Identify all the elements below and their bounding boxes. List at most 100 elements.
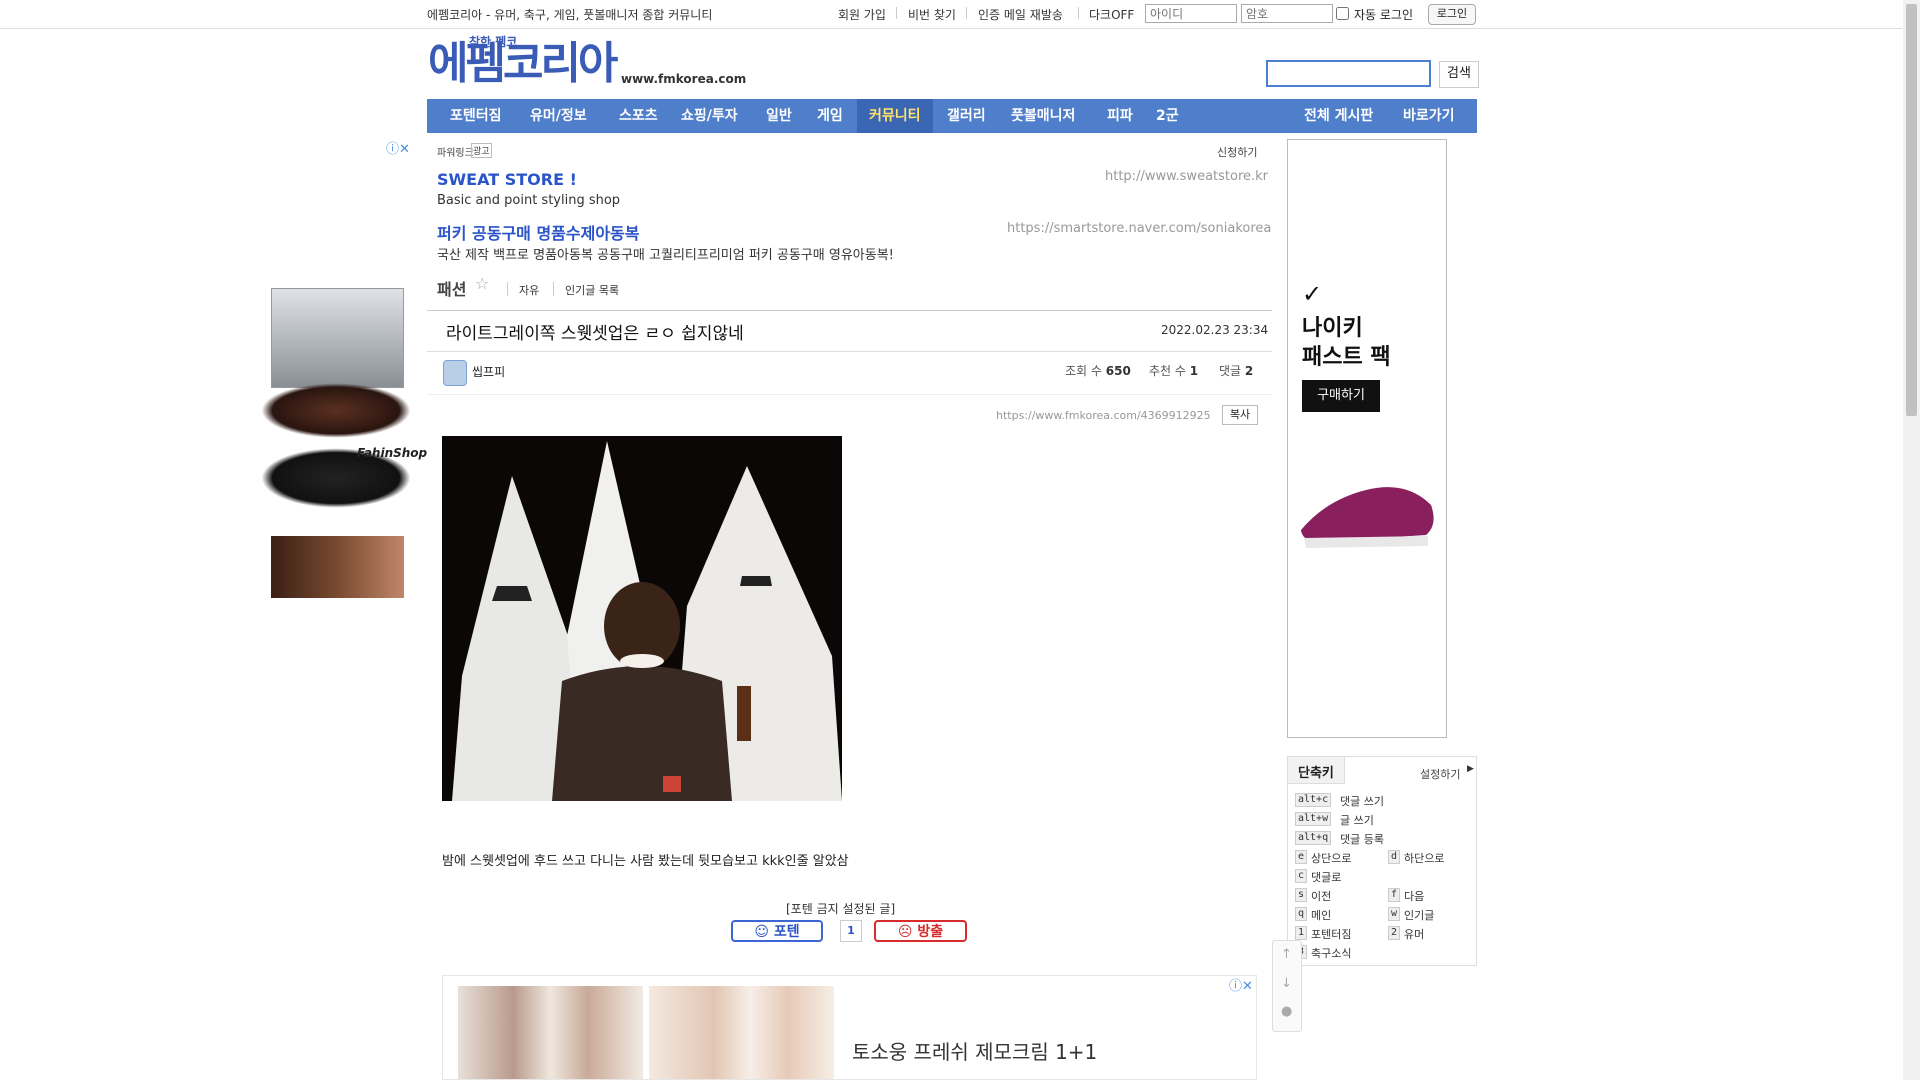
post-photo [442,436,842,801]
comment-count: 댓글 2 [1219,364,1254,378]
divider [507,282,508,296]
ad-image [271,536,404,598]
nav-item-sports[interactable]: 스포츠 [607,99,670,133]
nav-item-football-manager[interactable]: 풋볼매니저 [999,99,1087,133]
view-count: 조회 수 650 [1065,364,1131,378]
shortcut-key: 2 [1388,926,1401,940]
board-category[interactable]: 패션 [437,276,466,300]
find-password-link[interactable]: 비번 찾기 [908,6,956,23]
auto-login-label: 자동 로그인 [1354,8,1414,22]
buy-button[interactable]: 구매하기 [1302,380,1380,412]
board-link-free[interactable]: 자유 [519,282,539,298]
search-button[interactable]: 검색 [1439,61,1479,88]
shortcut-key: 1 [1295,926,1308,940]
vote-notice: [포텐 금지 설정된 글] [786,902,896,916]
nav-shortcut[interactable]: 바로가기 [1391,99,1467,133]
search-input[interactable] [1266,60,1431,87]
banish-label: 방출 [917,924,944,940]
divider [427,394,1272,395]
shortcut-label: 유머 [1404,928,1425,941]
divider [896,7,897,19]
divider [1078,7,1079,19]
post-url[interactable]: https://www.fmkorea.com/4369912925 [996,409,1211,422]
poten-label: 포텐 [773,924,800,940]
shortcut-label: 댓글 등록 [1340,833,1384,846]
ad-apply-link[interactable]: 신청하기 [1217,144,1257,160]
password-input[interactable] [1241,4,1333,23]
post-date: 2022.02.23 23:34 [1161,323,1269,337]
nav-item-humor[interactable]: 유머/정보 [518,99,599,133]
shoe-image [1301,487,1434,548]
right-ad[interactable]: ✓ 나이키 패스트 팩 구매하기 [1287,139,1447,738]
powerlink-label: 파워링크 [437,148,474,159]
ad-image [271,288,404,388]
ad-brand: FahinShop [357,446,428,460]
comment-icon[interactable]: ● [1281,1004,1292,1019]
board-link-popular[interactable]: 인기글 목록 [565,282,619,298]
nav-all-boards[interactable]: 전체 게시판 [1292,99,1385,133]
post-body: 밤에 스웻셋업에 후드 쓰고 다니는 사람 봤는데 뒷모습보고 kkk인줄 알았… [442,854,849,869]
shortcut-key: alt+q [1295,831,1332,845]
ad-image [261,383,411,438]
shortcut-key: alt+c [1295,793,1332,807]
shortcut-key: f [1388,888,1401,902]
nav-item-shopping[interactable]: 쇼핑/투자 [669,99,750,133]
shortcut-label: 댓글 쓰기 [1340,795,1384,808]
nike-swoosh-icon: ✓ [1302,280,1323,308]
ad-description: Basic and point styling shop [437,193,621,208]
shortcut-label: 인기글 [1404,909,1435,922]
nav-item-fifa[interactable]: 피파 [1095,99,1145,133]
shortcut-label: 하단으로 [1404,852,1445,865]
shortcut-label: 댓글로 [1311,871,1342,884]
ad-headline: 토소웅 프레쉬 제모크림 1+1 [852,1040,1098,1064]
nav-item-game[interactable]: 게임 [805,99,855,133]
recommend-count: 추천 수 1 [1149,364,1199,378]
ad-url[interactable]: http://www.sweatstore.kr [1105,169,1268,184]
ad-url[interactable]: https://smartstore.naver.com/soniakorea [1007,221,1271,236]
shortcut-key: q [1295,907,1308,921]
arrow-down-icon[interactable]: ↓ [1281,976,1292,991]
ad-info-icon[interactable]: ⓘ✕ [386,138,410,157]
shortcut-label: 메인 [1311,909,1332,922]
auto-login-checkbox[interactable] [1336,7,1349,20]
avatar[interactable] [443,360,467,386]
top-bar: 에펨코리아 - 유머, 축구, 게임, 풋볼매니저 종합 커뮤니티 회원 가입 … [0,0,1902,29]
arrow-up-icon[interactable]: ↑ [1281,947,1292,962]
signup-link[interactable]: 회원 가입 [838,6,886,23]
ad-image [649,986,834,1079]
ad-description: 국산 제작 백프로 명품아동복 공동구매 고퀄리티프리미엄 퍼키 공동구매 영유… [437,248,894,263]
post-author[interactable]: 씹프피 [472,363,505,380]
shortcut-key: c [1295,869,1308,883]
scrollbar-thumb[interactable] [1906,4,1917,416]
banish-button[interactable]: ☹ 방출 [874,920,967,942]
divider [553,282,554,296]
shortcut-panel: 단축키 설정하기 ▶ alt+c 댓글 쓰기 alt+w 글 쓰기 alt+q … [1287,756,1477,966]
star-icon[interactable]: ☆ [475,274,489,293]
poten-button[interactable]: ☺ 포텐 [731,920,823,942]
shortcut-label: 이전 [1311,890,1332,903]
site-logo[interactable]: 에펨코리아 [428,40,618,88]
resend-mail-link[interactable]: 인증 메일 재발송 [978,6,1063,23]
nav-item-gallery[interactable]: 갤러리 [935,99,998,133]
dark-mode-toggle[interactable]: 다크OFF [1089,6,1134,23]
nav-item-community[interactable]: 커뮤니티 [857,99,933,133]
shortcut-label: 상단으로 [1311,852,1352,865]
nav-item-poten[interactable]: 포텐터짐 [438,99,514,133]
ad-title[interactable]: SWEAT STORE ! [437,170,577,189]
login-button[interactable]: 로그인 [1428,4,1476,25]
bottom-ad[interactable]: 토소웅 프레쉬 제모크림 1+1 [442,975,1257,1080]
smile-icon: ☺ [754,924,769,940]
nav-item-2gun[interactable]: 2군 [1144,99,1191,133]
divider [966,7,967,19]
shortcut-label: 글 쓰기 [1340,814,1374,827]
username-input[interactable] [1145,4,1237,23]
post-image[interactable] [442,436,842,801]
site-description: 에펨코리아 - 유머, 축구, 게임, 풋볼매니저 종합 커뮤니티 [427,8,713,22]
shortcut-key: d [1388,850,1401,864]
ad-title[interactable]: 퍼키 공동구매 명품수제아동복 [437,220,640,244]
shortcut-label: 다음 [1404,890,1425,903]
shortcut-settings[interactable]: 설정하기 [1420,766,1460,782]
copy-url-button[interactable]: 복사 [1222,405,1258,425]
nav-item-general[interactable]: 일반 [754,99,804,133]
left-ad[interactable]: FahinShop [261,288,427,603]
